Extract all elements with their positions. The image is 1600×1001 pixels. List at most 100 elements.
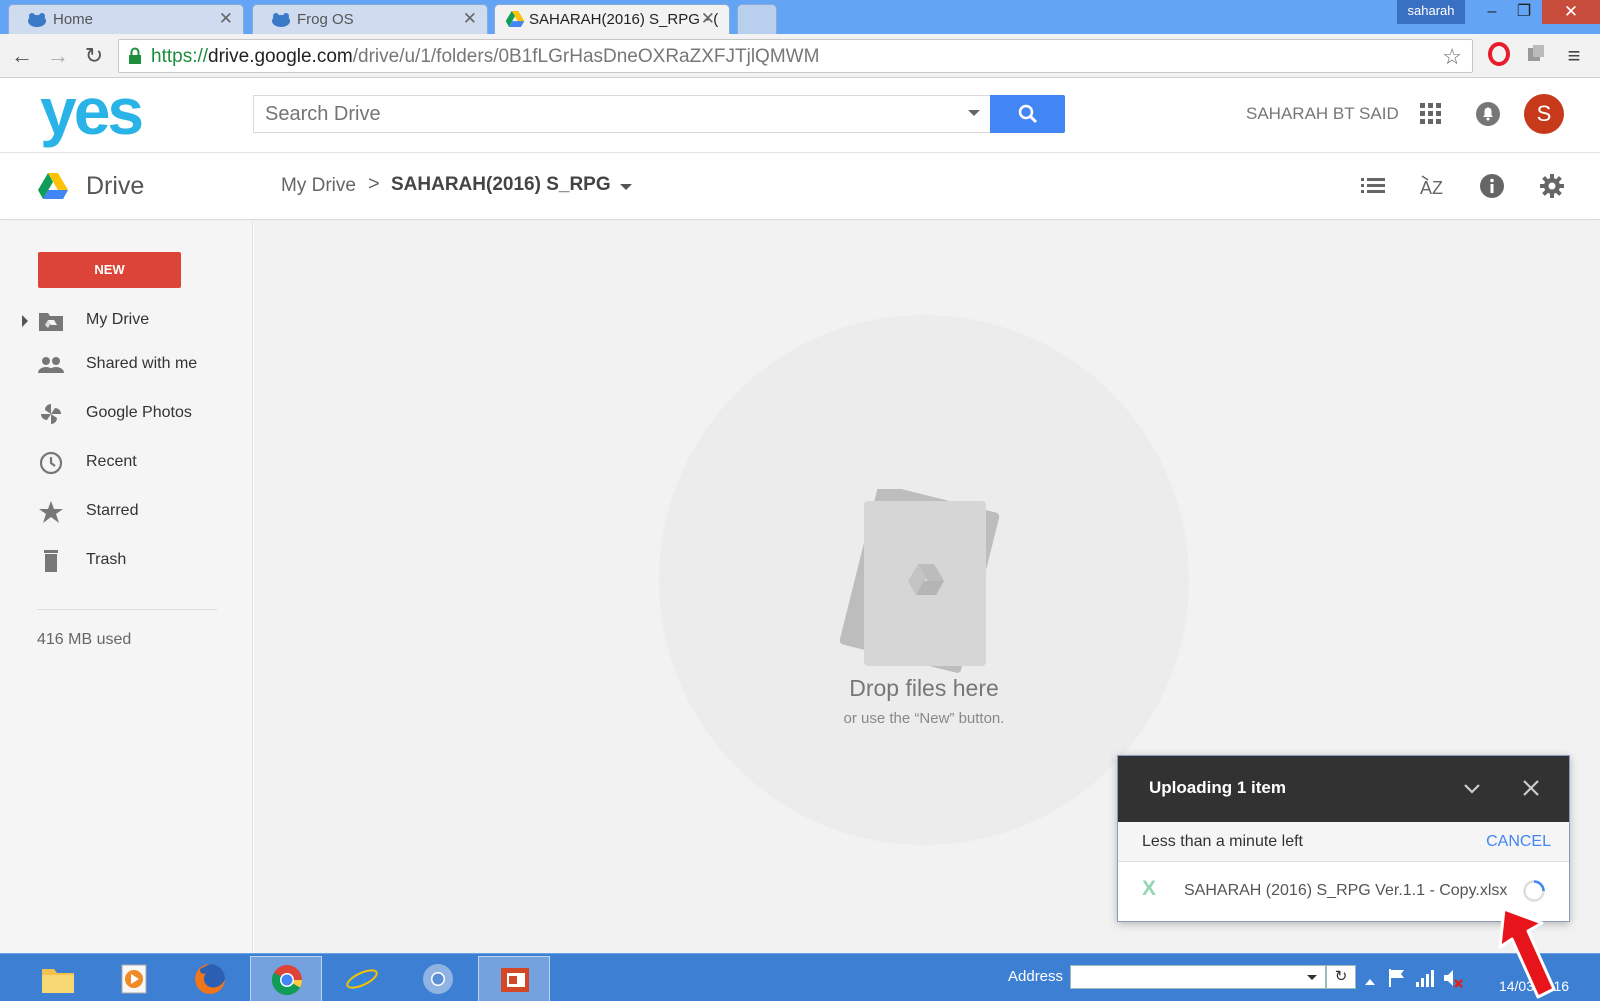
sidebar-item-label: Recent xyxy=(86,453,137,470)
storage-usage: 416 MB used xyxy=(37,631,132,648)
address-toolbar-label: Address xyxy=(1008,968,1064,985)
cancel-upload-button[interactable]: CANCEL xyxy=(1486,833,1551,851)
window-close-icon[interactable]: ✕ xyxy=(1542,0,1600,24)
tab-label: SAHARAH(2016) S_RPG - ( xyxy=(529,11,719,28)
frog-icon xyxy=(28,13,46,27)
chevron-down-icon[interactable] xyxy=(1307,975,1317,980)
tab-label: Frog OS xyxy=(297,11,354,28)
back-icon[interactable]: ← xyxy=(8,42,36,70)
address-bar[interactable]: https://drive.google.com/drive/u/1/folde… xyxy=(118,39,1473,73)
sidebar-item-my-drive[interactable]: My Drive xyxy=(0,301,253,341)
google-drive-logo-icon xyxy=(38,173,68,199)
breadcrumb-my-drive[interactable]: My Drive xyxy=(281,175,356,197)
chevron-down-icon[interactable] xyxy=(1462,778,1482,798)
browser-toolbar: ← → ↻ https://drive.google.com/drive/u/1… xyxy=(0,34,1600,78)
search-button[interactable] xyxy=(990,95,1065,133)
taskbar-powerpoint[interactable] xyxy=(478,956,550,1001)
avatar[interactable]: S xyxy=(1524,94,1564,134)
close-icon[interactable] xyxy=(1521,778,1541,798)
app-title: Drive xyxy=(86,172,145,200)
my-drive-folder-icon xyxy=(39,313,63,331)
sidebar-item-label: Shared with me xyxy=(86,355,198,372)
new-tab-button[interactable] xyxy=(737,4,777,34)
close-tab-icon[interactable]: ✕ xyxy=(701,9,715,29)
list-view-icon[interactable] xyxy=(1359,172,1387,200)
taskbar-media-player[interactable] xyxy=(98,956,170,1001)
chrome-icon xyxy=(272,965,302,996)
new-button[interactable]: NEW xyxy=(38,252,181,288)
restore-icon[interactable]: ❐ xyxy=(1507,0,1541,24)
info-icon[interactable] xyxy=(1478,172,1506,200)
internet-explorer-icon: e xyxy=(346,961,378,997)
powerpoint-icon xyxy=(501,968,529,992)
bookmark-star-icon[interactable]: ☆ xyxy=(1442,44,1462,70)
taskbar-firefox[interactable] xyxy=(174,956,246,1001)
drive-header: yes SAHARAH BT SAID S xyxy=(0,78,1600,153)
reload-icon[interactable]: ↻ xyxy=(80,42,108,70)
sidebar-item-google-photos[interactable]: Google Photos xyxy=(0,394,253,434)
tab-label: Home xyxy=(53,11,94,28)
search-icon xyxy=(1018,104,1038,124)
breadcrumb-separator-icon: > xyxy=(368,173,380,195)
search-options-caret-icon[interactable] xyxy=(968,110,980,116)
close-tab-icon[interactable]: ✕ xyxy=(219,9,233,29)
svg-text:AZ: AZ xyxy=(1420,178,1443,198)
pinwheel-icon xyxy=(41,404,61,424)
minimize-icon[interactable]: – xyxy=(1475,0,1509,24)
extension-icon[interactable] xyxy=(1522,42,1550,70)
lock-icon xyxy=(129,47,141,64)
taskbar-internet-explorer[interactable]: e xyxy=(326,956,398,1001)
upload-progress-panel: Uploading 1 item Less than a minute left… xyxy=(1117,755,1570,922)
opera-extension-icon[interactable] xyxy=(1485,42,1513,70)
taskbar-chromium[interactable] xyxy=(402,956,474,1001)
forward-icon[interactable]: → xyxy=(44,42,72,70)
windows-taskbar: e Address ↻ 21 14/03/2016 xyxy=(0,953,1600,1001)
network-signal-icon[interactable] xyxy=(1414,967,1436,989)
action-center-flag-icon[interactable] xyxy=(1386,967,1408,989)
sidebar-item-trash[interactable]: Trash xyxy=(0,541,253,581)
left-navigation: NEW My Drive Shared with me Google Photo… xyxy=(0,221,253,953)
upload-file-name: SAHARAH (2016) S_RPG Ver.1.1 - Copy.xlsx xyxy=(1184,882,1508,899)
notifications-bell-icon[interactable] xyxy=(1475,101,1501,127)
yes-logo: yes xyxy=(40,74,144,148)
tab-drive-folder[interactable]: SAHARAH(2016) S_RPG - ( ✕ xyxy=(494,4,730,35)
drop-files-title: Drop files here xyxy=(849,675,999,701)
breadcrumb-current-folder[interactable]: SAHARAH(2016) S_RPG xyxy=(391,174,611,196)
sidebar-item-starred[interactable]: Starred xyxy=(0,492,253,532)
show-hidden-icons-icon[interactable] xyxy=(1364,971,1376,993)
settings-gear-icon[interactable] xyxy=(1538,172,1566,200)
address-refresh-icon[interactable]: ↻ xyxy=(1326,965,1356,989)
loading-spinner-icon xyxy=(1523,880,1545,902)
folder-icon xyxy=(42,969,74,993)
screen: Home ✕ Frog OS ✕ SAHARAH(2016) S_RPG - (… xyxy=(0,0,1600,1001)
sort-az-icon[interactable]: AZ xyxy=(1418,172,1446,200)
sidebar-item-shared-with-me[interactable]: Shared with me xyxy=(0,345,253,385)
close-tab-icon[interactable]: ✕ xyxy=(463,9,477,29)
people-icon xyxy=(38,357,64,373)
menu-icon[interactable]: ≡ xyxy=(1560,42,1588,70)
firefox-icon xyxy=(195,964,225,994)
upload-time-remaining: Less than a minute left xyxy=(1142,833,1303,850)
search-box[interactable] xyxy=(253,95,991,133)
folder-menu-caret-icon[interactable] xyxy=(620,184,632,190)
sidebar-item-label: My Drive xyxy=(86,311,150,328)
sidebar-item-label: Google Photos xyxy=(86,404,192,421)
tab-home[interactable]: Home ✕ xyxy=(8,4,244,34)
sidebar-item-recent[interactable]: Recent xyxy=(0,443,253,483)
drop-files-illustration-icon xyxy=(839,489,1000,673)
sidebar-divider xyxy=(37,609,217,610)
excel-file-icon: X xyxy=(1142,877,1157,900)
taskbar-file-explorer[interactable] xyxy=(22,956,94,1001)
apps-grid-icon[interactable] xyxy=(1420,103,1442,125)
address-toolbar-input[interactable] xyxy=(1070,965,1326,989)
drop-files-subtitle: or use the “New” button. xyxy=(843,710,1005,727)
star-icon xyxy=(39,501,63,523)
search-input[interactable] xyxy=(254,96,934,132)
tab-frog-os[interactable]: Frog OS ✕ xyxy=(252,4,488,34)
sidebar-item-label: Trash xyxy=(86,551,127,568)
taskbar-chrome[interactable] xyxy=(250,956,322,1001)
volume-muted-icon[interactable] xyxy=(1442,967,1464,989)
user-name[interactable]: SAHARAH BT SAID xyxy=(1246,104,1399,124)
os-user-badge: saharah xyxy=(1397,0,1465,24)
expand-arrow-icon[interactable] xyxy=(22,315,28,327)
